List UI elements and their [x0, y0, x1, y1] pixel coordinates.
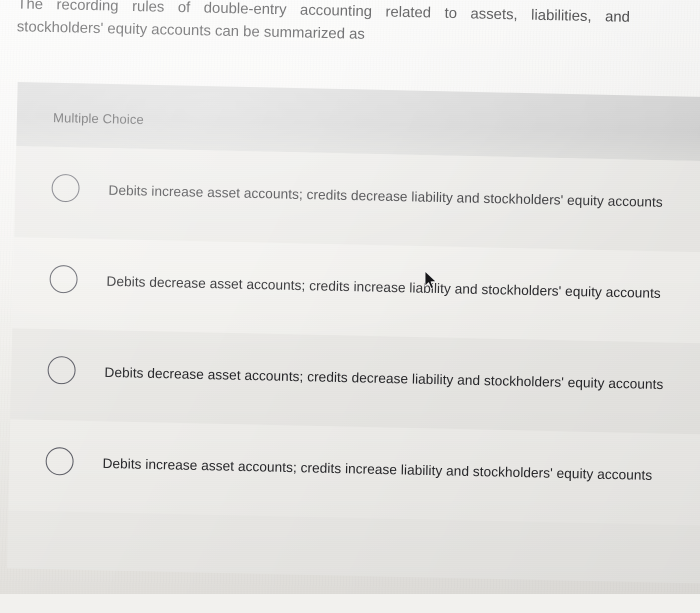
multiple-choice-label: Multiple Choice: [52, 110, 144, 128]
answer-options-list: Debits increase asset accounts; credits …: [8, 146, 700, 527]
answer-option-label-c: Debits decrease asset accounts; credits …: [104, 364, 664, 393]
radio-button-icon-a[interactable]: [51, 173, 80, 203]
screen-content-layer: The recording rules of double-entry acco…: [0, 0, 700, 613]
answer-option-a[interactable]: Debits increase asset accounts; credits …: [14, 146, 700, 253]
answer-option-d[interactable]: Debits increase asset accounts; credits …: [8, 419, 700, 527]
answer-option-c[interactable]: Debits decrease asset accounts; credits …: [10, 328, 700, 436]
radio-button-icon-b[interactable]: [49, 264, 78, 294]
question-prompt: The recording rules of double-entry acco…: [17, 0, 631, 52]
answer-option-label-a: Debits increase asset accounts; credits …: [108, 182, 663, 210]
answer-card: Multiple Choice Debits increase asset ac…: [7, 81, 700, 585]
radio-button-icon-d[interactable]: [45, 446, 74, 476]
answer-option-label-d: Debits increase asset accounts; credits …: [102, 455, 653, 483]
answer-option-label-b: Debits decrease asset accounts; credits …: [106, 273, 661, 301]
radio-button-icon-c[interactable]: [47, 355, 76, 385]
answer-option-b[interactable]: Debits decrease asset accounts; credits …: [12, 237, 700, 345]
